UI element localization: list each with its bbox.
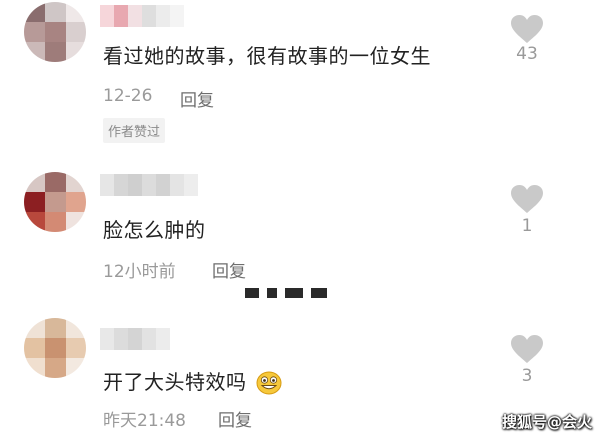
like-count: 43: [516, 44, 538, 64]
comment-text: 开了大头特效吗: [103, 366, 282, 395]
avatar[interactable]: [24, 318, 86, 378]
grinning-face-emoji: [256, 371, 282, 395]
watermark: 搜狐号@会火: [501, 413, 592, 431]
comment-text-content: 开了大头特效吗: [103, 370, 247, 394]
comment-text: 看过她的故事，很有故事的一位女生: [103, 44, 431, 68]
heart-icon[interactable]: [510, 334, 544, 364]
comment-time: 昨天21:48: [103, 411, 186, 431]
avatar[interactable]: [24, 172, 86, 232]
like-count: 3: [521, 366, 533, 386]
reply-button[interactable]: 回复: [218, 406, 252, 431]
comment-text: 脸怎么肿的: [103, 218, 206, 242]
comment-time: 12小时前: [103, 262, 176, 282]
username-blurred[interactable]: [100, 328, 170, 350]
username-blurred[interactable]: [100, 5, 184, 27]
heart-icon[interactable]: [510, 14, 544, 44]
comment-time: 12-26: [103, 86, 153, 106]
heart-icon[interactable]: [510, 184, 544, 214]
reply-button[interactable]: 回复: [212, 257, 246, 282]
author-liked-badge: 作者赞过: [103, 118, 166, 143]
username-blurred[interactable]: [100, 174, 198, 196]
like-count: 1: [521, 216, 533, 236]
avatar[interactable]: [24, 2, 86, 62]
clipped-text-fragment: [245, 288, 331, 298]
reply-button[interactable]: 回复: [180, 86, 214, 111]
